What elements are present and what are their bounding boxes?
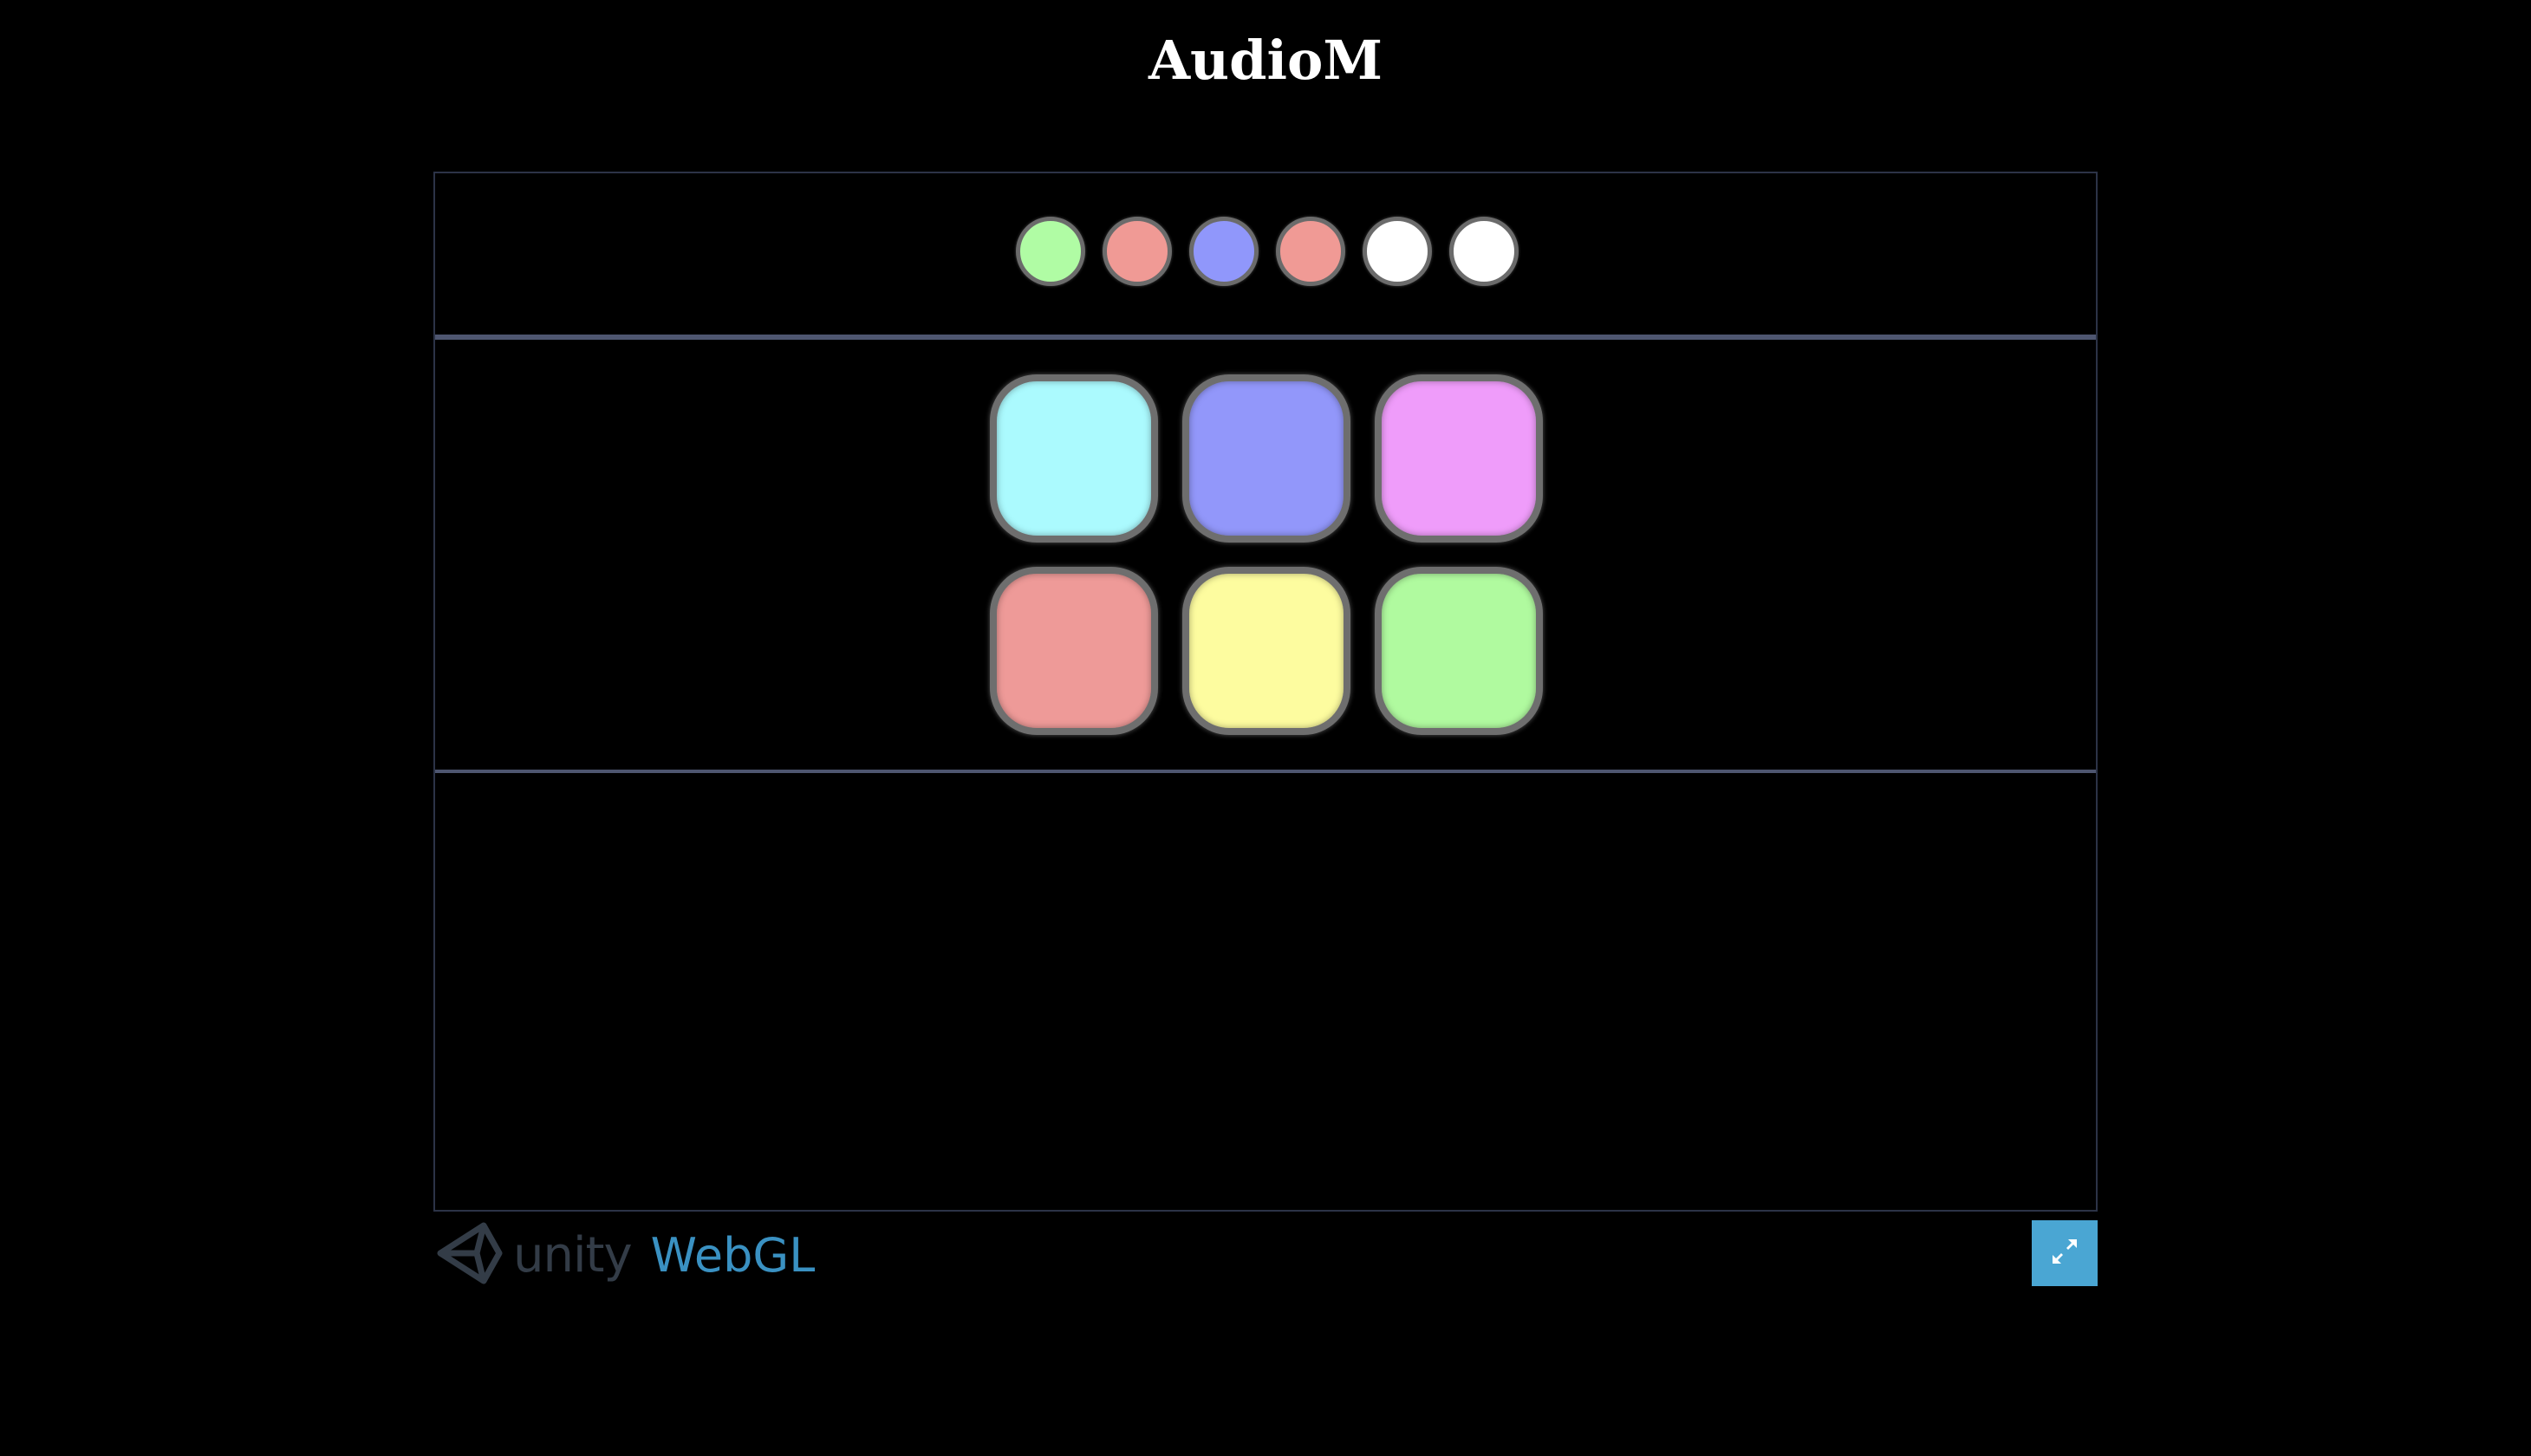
indicator-dot-4 <box>1276 217 1345 286</box>
unity-logo-icon <box>433 1219 506 1292</box>
logo-text-unity: unity <box>513 1226 633 1284</box>
pad-green[interactable] <box>1375 567 1543 735</box>
indicator-dots <box>1016 217 1519 286</box>
pad-magenta[interactable] <box>1375 374 1543 543</box>
empty-panel <box>435 775 2096 1212</box>
fullscreen-button[interactable] <box>2032 1220 2098 1286</box>
page-title: AudioM <box>1148 29 1383 92</box>
pad-blue[interactable] <box>1182 374 1350 543</box>
unity-canvas[interactable] <box>433 172 2098 1212</box>
indicator-dot-1 <box>1016 217 1085 286</box>
indicator-dot-5 <box>1363 217 1432 286</box>
pad-red[interactable] <box>990 567 1158 735</box>
fullscreen-expand-icon <box>2047 1234 2082 1273</box>
footer: unity WebGL <box>433 1220 2098 1290</box>
pad-cyan[interactable] <box>990 374 1158 543</box>
indicator-dot-2 <box>1103 217 1172 286</box>
unity-webgl-logo: unity WebGL <box>433 1220 815 1290</box>
indicator-dot-6 <box>1449 217 1519 286</box>
pad-panel <box>435 338 2096 773</box>
indicator-dot-3 <box>1189 217 1259 286</box>
pad-yellow[interactable] <box>1182 567 1350 735</box>
pad-grid <box>990 374 1545 735</box>
logo-text-webgl: WebGL <box>650 1227 816 1283</box>
page: AudioM unity WebGL <box>0 0 2531 1456</box>
indicator-panel <box>435 173 2096 338</box>
